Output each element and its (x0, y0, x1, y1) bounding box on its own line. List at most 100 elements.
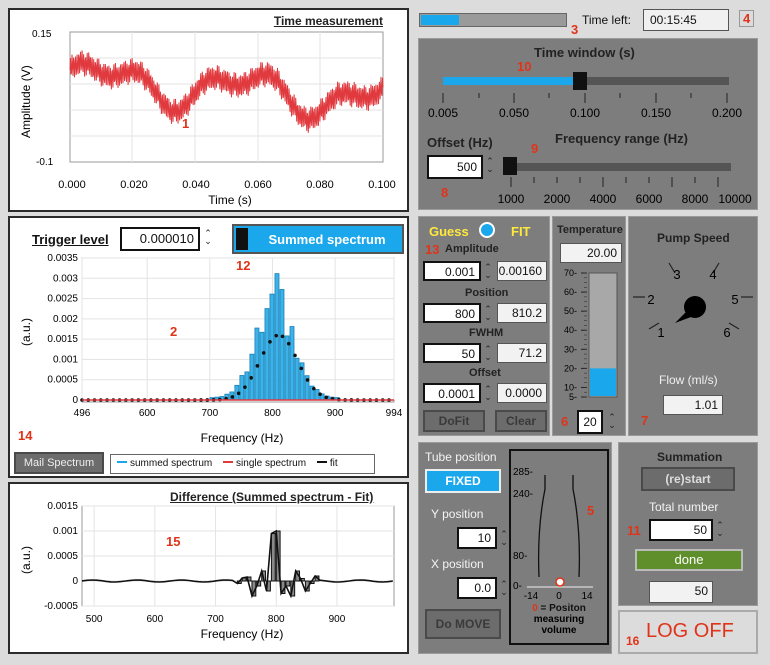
tube-xtick: 14 (581, 591, 593, 602)
total-number-spinner[interactable]: ⌃ ⌄ (715, 521, 725, 538)
marker-13: 13 (425, 242, 440, 257)
offset-hz-spinner[interactable]: ⌃ ⌄ (485, 157, 495, 174)
spectrum-xtick: 800 (264, 408, 281, 419)
tw-tick: 0.100 (570, 106, 600, 119)
marker-3: 3 (571, 22, 579, 37)
spectrum-ytick: 0.0025 (47, 294, 78, 305)
thermometer-tick: 40- (564, 325, 577, 335)
amplitude-spinner[interactable]: ⌃ ⌄ (483, 263, 493, 280)
fwhm-guess-input[interactable]: 50 (423, 343, 481, 363)
tube-ytick: 0- (513, 581, 522, 592)
temperature-spinner[interactable]: ⌃ ⌄ (607, 413, 617, 430)
restart-button[interactable]: (re)start (641, 467, 735, 491)
spectrum-xtick: 496 (74, 408, 91, 419)
dial-4: 4 (709, 267, 716, 282)
legend-single-swatch (223, 460, 234, 463)
total-number-label: Total number (649, 500, 719, 514)
time-window-scale: 0.005 0.050 0.100 0.150 0.200 (428, 93, 742, 119)
dofit-button[interactable]: DoFit (423, 410, 485, 432)
time-ytick-bottom: -0.1 (36, 157, 54, 168)
thermometer: 70- 60- 50- 40- 30- 20- 10-5- (564, 268, 618, 401)
tw-tick: 0.050 (499, 106, 529, 119)
mail-spectrum-button[interactable]: Mail Spectrum (14, 452, 104, 474)
amplitude-label: Amplitude (445, 243, 499, 255)
do-move-button[interactable]: Do MOVE (425, 609, 501, 639)
spectrum-ytick: 0.002 (53, 314, 78, 325)
time-chart: 0.15 -0.1 Amplitude (V) 0.000 0.020 0.04… (19, 29, 396, 207)
spectrum-chart: 0.0035 0.003 0.0025 0.002 0.0015 0.001 0.0005 0… (18, 253, 403, 445)
fwhm-spinner[interactable]: ⌃ ⌄ (483, 345, 493, 362)
frequency-range-track (507, 163, 731, 171)
spectrum-ytick: 0.0015 (47, 334, 78, 345)
frequency-range-scale: 1000 2000 4000 6000 8000 10000 (498, 177, 752, 206)
pump-speed-title: Pump Speed (657, 231, 730, 245)
time-left-label: Time left: (582, 13, 631, 27)
frequency-range-slider-handle[interactable] (503, 157, 517, 175)
spectrum-ytick: 0 (72, 395, 78, 406)
guess-fit-toggle[interactable] (479, 222, 495, 238)
position-guess-input[interactable]: 800 (423, 303, 481, 323)
tube-ytick: 240- (513, 489, 533, 500)
time-window-fill (443, 77, 579, 85)
dial-2: 2 (647, 292, 654, 307)
time-left-display: 00:15:45 (643, 9, 729, 31)
spectrum-xlabel: Frequency (Hz) (201, 431, 284, 445)
temperature-panel: Temperature 20.00 70- 60- 50- 40- 30- 20- 10- 5… (552, 216, 626, 436)
difference-xlabel: Frequency (Hz) (201, 627, 284, 641)
clear-button[interactable]: Clear (495, 410, 547, 432)
positron-measuring-marker (555, 577, 565, 587)
time-xtick: 0.100 (368, 179, 396, 191)
temperature-setpoint-input[interactable]: 20 (577, 410, 603, 434)
flow-display: 1.01 (663, 395, 723, 415)
legend-text: = Positon (541, 603, 586, 614)
position-spinner[interactable]: ⌃ ⌄ (483, 305, 493, 322)
time-ylabel: Amplitude (V) (19, 65, 33, 138)
marker-11: 11 (627, 523, 641, 538)
difference-xtick: 800 (268, 614, 285, 625)
difference-marker: 15 (166, 534, 180, 549)
fr-tick: 2000 (544, 192, 571, 206)
guess-label: Guess (429, 224, 469, 239)
offset-spinner[interactable]: ⌃ ⌄ (483, 385, 493, 402)
fr-tick: 6000 (636, 192, 663, 206)
offset-guess-input[interactable]: 0.0001 (423, 383, 481, 403)
fit-panel: Guess FIT 13 Amplitude 0.001 ⌃ ⌄ 0.00160 … (418, 216, 550, 436)
fr-tick: 10000 (718, 192, 752, 206)
time-window-slider-handle[interactable] (573, 72, 587, 90)
legend-fit: fit (329, 458, 338, 469)
fixed-button[interactable]: FIXED (425, 469, 501, 493)
dial-5: 5 (731, 292, 738, 307)
thermometer-tick: 5- (569, 392, 577, 401)
y-position-input[interactable]: 10 (457, 527, 497, 549)
amplitude-guess-input[interactable]: 0.001 (423, 261, 481, 281)
total-number-input[interactable]: 50 (649, 519, 713, 541)
difference-ylabel: (a.u.) (19, 546, 33, 574)
window-panel: Time window (s) 10 0.005 0.050 0.100 0.1… (418, 38, 758, 210)
svg-text:0 = Positon: 0 = Positon (532, 603, 586, 614)
x-position-spinner[interactable]: ⌃ ⌄ (499, 580, 509, 597)
summation-title: Summation (657, 450, 723, 464)
legend-fit-swatch (316, 460, 327, 463)
summation-count-display: 50 (649, 581, 713, 603)
spectrum-xtick: 900 (327, 408, 344, 419)
spectrum-legend: summed spectrum single spectrum fit (110, 454, 375, 474)
legend-summed-swatch (117, 460, 127, 463)
log-off-button[interactable]: 16 LOG OFF (618, 610, 758, 654)
fwhm-label: FWHM (469, 327, 504, 339)
pump-speed-dial[interactable]: 1 2 3 4 5 6 (629, 247, 759, 357)
time-ytick-top: 0.15 (32, 29, 52, 40)
trigger-marker-12: 12 (236, 258, 250, 273)
time-xtick: 0.000 (58, 179, 86, 191)
difference-xtick: 600 (146, 614, 163, 625)
difference-xtick: 500 (86, 614, 103, 625)
time-xlabel: Time (s) (208, 193, 252, 207)
thermometer-tick: 60- (564, 287, 577, 297)
time-marker: 1 (182, 116, 189, 131)
marker-7: 7 (641, 413, 649, 428)
time-measurement-panel: Time measurement 0.15 -0.1 Amplitude (V)… (8, 8, 409, 212)
marker-5: 5 (587, 503, 594, 518)
time-xtick: 0.020 (120, 179, 148, 191)
time-xtick: 0.060 (244, 179, 272, 191)
y-position-spinner[interactable]: ⌃ ⌄ (499, 530, 509, 547)
x-position-input[interactable]: 0.0 (457, 577, 497, 599)
